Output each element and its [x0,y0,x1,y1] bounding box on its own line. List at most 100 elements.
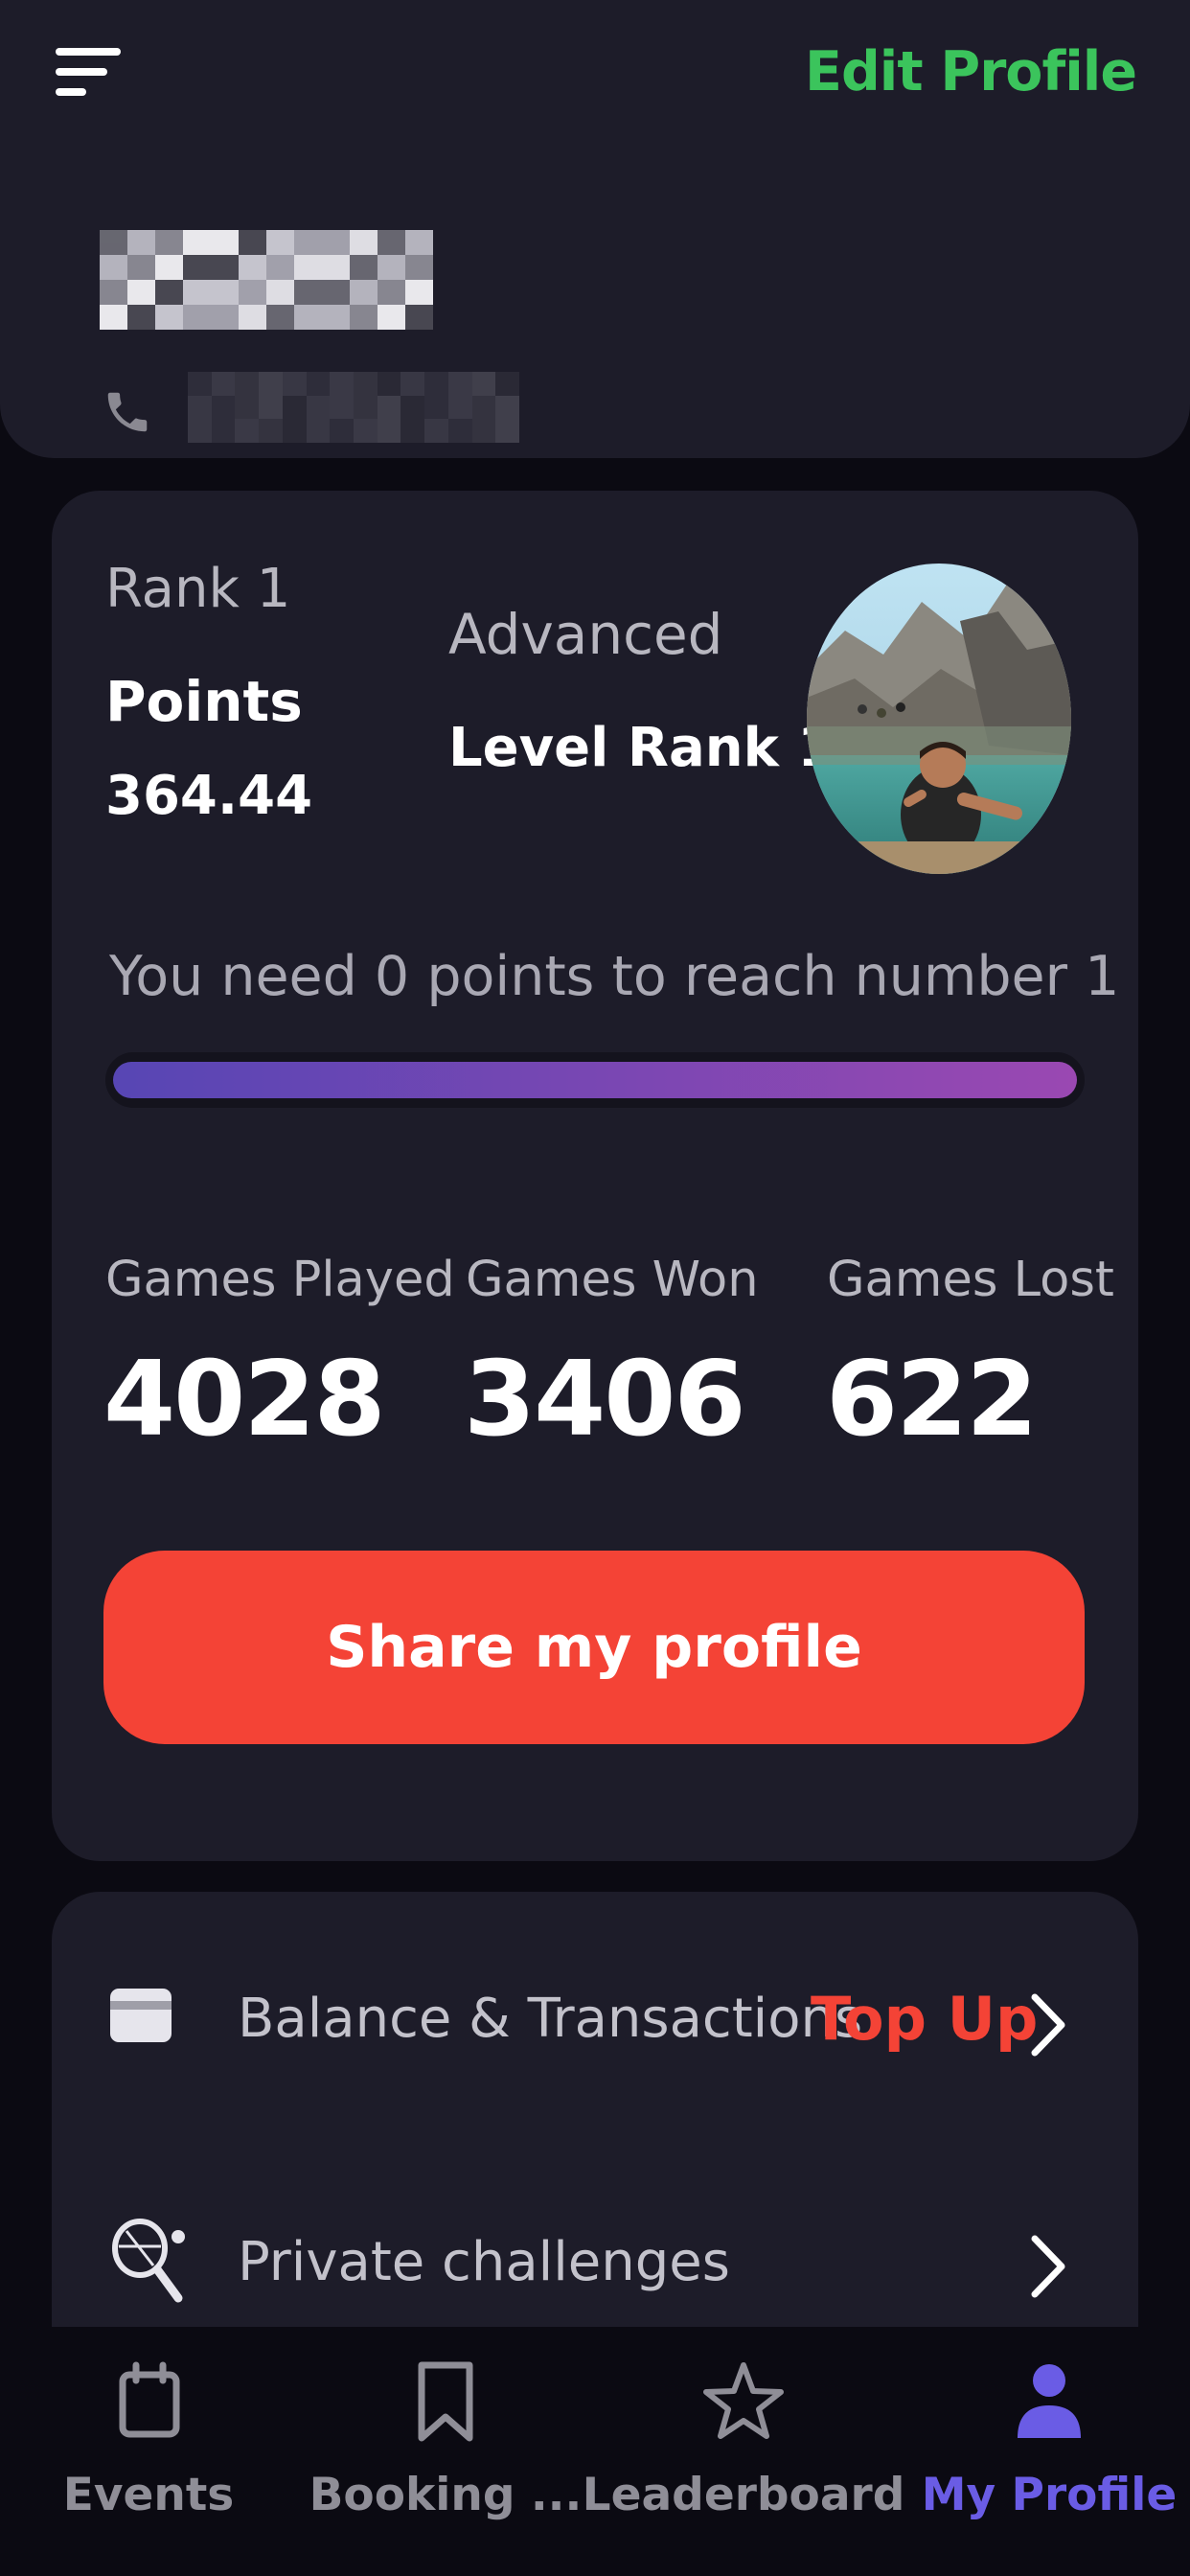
redaction-pixel [211,255,239,280]
avatar-photo [807,564,1071,874]
redaction-pixel [322,280,350,305]
redaction-pixel [211,395,236,420]
games-won-label: Games Won [466,1252,759,1308]
redaction-pixel [322,255,350,280]
redaction-pixel [235,419,260,443]
redaction-pixel [405,255,433,280]
redaction-pixel [353,419,378,443]
profile-screen: Edit Profile Rank 1 Points 364.44 Advanc… [0,0,1190,2576]
redaction-pixel [259,372,283,396]
redaction-pixel [378,255,405,280]
redaction-pixel [183,255,211,280]
redaction-pixel [424,419,448,443]
games-won-value: 3406 [464,1340,746,1460]
redaction-pixel [330,395,354,420]
redaction-pixel [155,280,183,305]
phone-icon [107,392,148,432]
tab-my-profile[interactable]: My Profile [920,2327,1179,2576]
redaction-pixel [378,230,405,255]
redaction-pixel [211,280,239,305]
redaction-pixel [471,395,496,420]
redaction-pixel [100,255,127,280]
redaction-pixel [127,305,155,330]
phone-number-redacted [188,372,519,443]
redaction-pixel [282,372,307,396]
redaction-pixel [353,395,378,420]
level-rank: Level Rank 1 [448,717,835,779]
redaction-pixel [471,372,496,396]
redaction-pixel [405,280,433,305]
redaction-pixel [266,230,294,255]
redaction-pixel [188,419,212,443]
tab-leaderboard[interactable]: Leaderboard [583,2327,904,2576]
redaction-pixel [235,395,260,420]
redaction-pixel [424,372,448,396]
redaction-pixel [350,255,378,280]
profile-header: Edit Profile [0,0,1190,458]
bookmark-icon [418,2361,473,2442]
redaction-pixel [294,280,322,305]
redaction-pixel [400,419,425,443]
menu-item-balance-transactions[interactable]: Balance & Transactions Top Up [52,1926,1138,2118]
games-lost-label: Games Lost [827,1252,1114,1308]
tab-events[interactable]: Events [59,2327,238,2576]
tab-my-profile-label: My Profile [921,2469,1178,2521]
share-profile-button[interactable]: Share my profile [103,1551,1085,1744]
redaction-pixel [378,305,405,330]
chevron-right-icon [1031,1993,1065,2057]
redaction-pixel [294,230,322,255]
redaction-pixel [495,419,519,443]
user-name-redacted [100,230,433,330]
redaction-pixel [282,419,307,443]
redaction-pixel [259,419,283,443]
redaction-pixel [378,280,405,305]
redaction-pixel [100,305,127,330]
redaction-pixel [282,395,307,420]
redaction-pixel [405,230,433,255]
redaction-pixel [183,305,211,330]
redaction-pixel [350,230,378,255]
redaction-pixel [239,305,266,330]
star-icon [703,2362,784,2439]
redaction-pixel [239,255,266,280]
redaction-pixel [100,230,127,255]
redaction-pixel [266,255,294,280]
redaction-pixel [183,230,211,255]
redaction-pixel [306,419,331,443]
tab-booking[interactable]: Booking ... [287,2327,604,2576]
chevron-right-icon [1031,2235,1065,2298]
redaction-pixel [330,419,354,443]
avatar[interactable] [807,564,1071,874]
redaction-pixel [350,305,378,330]
tennis-racket-icon [112,2219,185,2303]
tab-leaderboard-label: Leaderboard [582,2469,905,2521]
redaction-pixel [353,372,378,396]
progress-text: You need 0 points to reach number 1 [109,945,1120,1008]
games-lost-value: 622 [826,1340,1038,1460]
redaction-pixel [330,372,354,396]
redaction-pixel [322,230,350,255]
hamburger-menu-icon[interactable] [56,48,125,96]
redaction-pixel [377,419,401,443]
edit-profile-button[interactable]: Edit Profile [805,40,1137,104]
redaction-pixel [235,372,260,396]
bottom-navigation: Events Booking ... Leaderboard My Profil… [0,2327,1190,2576]
redaction-pixel [377,395,401,420]
top-up-button[interactable]: Top Up [811,1984,1038,2054]
redaction-pixel [127,230,155,255]
redaction-pixel [211,372,236,396]
redaction-pixel [447,419,472,443]
rank-label: Rank 1 [105,558,291,620]
redaction-pixel [188,372,212,396]
redaction-pixel [424,395,448,420]
tab-events-label: Events [62,2469,235,2521]
redaction-pixel [495,372,519,396]
redaction-pixel [322,305,350,330]
redaction-pixel [239,230,266,255]
redaction-pixel [266,305,294,330]
redaction-pixel [211,305,239,330]
games-played-label: Games Played [105,1252,455,1308]
redaction-pixel [495,395,519,420]
redaction-pixel [211,230,239,255]
calendar-icon [119,2361,180,2438]
